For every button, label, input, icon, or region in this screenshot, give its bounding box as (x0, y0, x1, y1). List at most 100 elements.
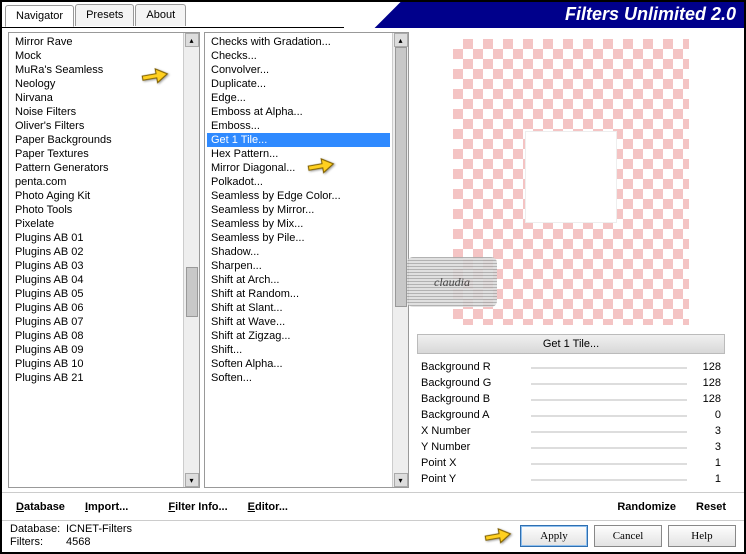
list-item[interactable]: Duplicate... (207, 77, 390, 91)
scroll-down-icon[interactable]: ▾ (394, 473, 408, 487)
scroll-down-icon[interactable]: ▾ (185, 473, 199, 487)
param-label: Background B (421, 393, 531, 407)
tab-about[interactable]: About (135, 4, 186, 26)
param-slider[interactable] (531, 425, 687, 439)
param-label: X Number (421, 425, 531, 439)
param-slider[interactable] (531, 361, 687, 375)
filter-info-button[interactable]: Filter Info... (160, 499, 235, 515)
list-item[interactable]: Plugins AB 07 (11, 315, 181, 329)
param-slider[interactable] (531, 441, 687, 455)
list-item[interactable]: Plugins AB 21 (11, 371, 181, 385)
list-item[interactable]: Soften... (207, 371, 390, 385)
list-item[interactable]: Paper Textures (11, 147, 181, 161)
list-item[interactable]: Photo Aging Kit (11, 189, 181, 203)
editor-button[interactable]: Editor... (240, 499, 296, 515)
preview-area: claudia (413, 32, 729, 332)
reset-button[interactable]: Reset (688, 499, 734, 515)
list-item[interactable]: Checks with Gradation... (207, 35, 390, 49)
list-item[interactable]: Checks... (207, 49, 390, 63)
list-item[interactable]: Mirror Rave (11, 35, 181, 49)
list-item[interactable]: Emboss at Alpha... (207, 105, 390, 119)
list-item[interactable]: Plugins AB 08 (11, 329, 181, 343)
list-item[interactable]: Photo Tools (11, 203, 181, 217)
preview-tile (525, 131, 617, 223)
scrollbar[interactable]: ▴ ▾ (392, 33, 408, 487)
list-item[interactable]: Pattern Generators (11, 161, 181, 175)
cancel-button[interactable]: Cancel (594, 525, 662, 547)
watermark: claudia (407, 257, 497, 307)
list-item[interactable]: Plugins AB 03 (11, 259, 181, 273)
list-item[interactable]: Neology (11, 77, 181, 91)
pointer-icon (482, 522, 513, 549)
apply-button[interactable]: Apply (520, 525, 588, 547)
param-value: 128 (687, 377, 721, 391)
list-item[interactable]: Seamless by Pile... (207, 231, 390, 245)
list-item[interactable]: MuRa's Seamless (11, 63, 181, 77)
scrollbar[interactable]: ▴ ▾ (183, 33, 199, 487)
list-item[interactable]: Noise Filters (11, 105, 181, 119)
list-item[interactable]: Plugins AB 04 (11, 273, 181, 287)
list-item[interactable]: Mock (11, 49, 181, 63)
list-item[interactable]: Shift at Zigzag... (207, 329, 390, 343)
list-item[interactable]: Soften Alpha... (207, 357, 390, 371)
list-item[interactable]: Oliver's Filters (11, 119, 181, 133)
tab-navigator[interactable]: Navigator (5, 5, 74, 27)
list-item[interactable]: Shift at Slant... (207, 301, 390, 315)
randomize-button[interactable]: Randomize (609, 499, 684, 515)
param-value: 1 (687, 473, 721, 484)
scroll-up-icon[interactable]: ▴ (185, 33, 199, 47)
param-slider[interactable] (531, 377, 687, 391)
param-label: Background R (421, 361, 531, 375)
list-item[interactable]: Convolver... (207, 63, 390, 77)
param-slider[interactable] (531, 409, 687, 423)
title-banner: Filters Unlimited 2.0 (344, 2, 744, 28)
tab-strip: Navigator Presets About (5, 4, 187, 26)
param-label: Background A (421, 409, 531, 423)
status-text: Database:ICNET-Filters Filters:4568 (10, 523, 132, 549)
scroll-up-icon[interactable]: ▴ (394, 33, 408, 47)
list-item[interactable]: Hex Pattern... (207, 147, 390, 161)
import-button[interactable]: Import... (77, 499, 136, 515)
list-item[interactable]: Paper Backgrounds (11, 133, 181, 147)
list-item[interactable]: Edge... (207, 91, 390, 105)
param-label: Point X (421, 457, 531, 471)
param-value: 0 (687, 409, 721, 423)
list-item[interactable]: Emboss... (207, 119, 390, 133)
list-item[interactable]: penta.com (11, 175, 181, 189)
list-item[interactable]: Get 1 Tile... (207, 133, 390, 147)
list-item[interactable]: Plugins AB 05 (11, 287, 181, 301)
param-value: 3 (687, 425, 721, 439)
list-item[interactable]: Seamless by Edge Color... (207, 189, 390, 203)
list-item[interactable]: Seamless by Mix... (207, 217, 390, 231)
list-item[interactable]: Shadow... (207, 245, 390, 259)
param-label: Y Number (421, 441, 531, 455)
tab-presets[interactable]: Presets (75, 4, 134, 26)
list-item[interactable]: Pixelate (11, 217, 181, 231)
scroll-thumb[interactable] (395, 47, 407, 307)
category-list[interactable]: Mirror RaveMockMuRa's SeamlessNeologyNir… (9, 33, 183, 487)
list-item[interactable]: Plugins AB 10 (11, 357, 181, 371)
list-item[interactable]: Plugins AB 01 (11, 231, 181, 245)
list-item[interactable]: Shift at Wave... (207, 315, 390, 329)
list-item[interactable]: Mirror Diagonal... (207, 161, 390, 175)
param-slider[interactable] (531, 393, 687, 407)
list-item[interactable]: Shift... (207, 343, 390, 357)
param-slider[interactable] (531, 457, 687, 471)
list-item[interactable]: Polkadot... (207, 175, 390, 189)
list-item[interactable]: Nirvana (11, 91, 181, 105)
list-item[interactable]: Seamless by Mirror... (207, 203, 390, 217)
app-title: Filters Unlimited 2.0 (565, 4, 736, 25)
param-slider[interactable] (531, 473, 687, 484)
database-button[interactable]: Database (8, 499, 73, 515)
list-item[interactable]: Shift at Random... (207, 287, 390, 301)
scroll-thumb[interactable] (186, 267, 198, 317)
preview-checkerboard: claudia (453, 39, 689, 325)
parameter-panel: Background R128Background G128Background… (417, 360, 725, 484)
list-item[interactable]: Shift at Arch... (207, 273, 390, 287)
list-item[interactable]: Plugins AB 06 (11, 301, 181, 315)
list-item[interactable]: Sharpen... (207, 259, 390, 273)
list-item[interactable]: Plugins AB 09 (11, 343, 181, 357)
help-button[interactable]: Help (668, 525, 736, 547)
filter-list[interactable]: Checks with Gradation...Checks...Convolv… (205, 33, 392, 487)
list-item[interactable]: Plugins AB 02 (11, 245, 181, 259)
